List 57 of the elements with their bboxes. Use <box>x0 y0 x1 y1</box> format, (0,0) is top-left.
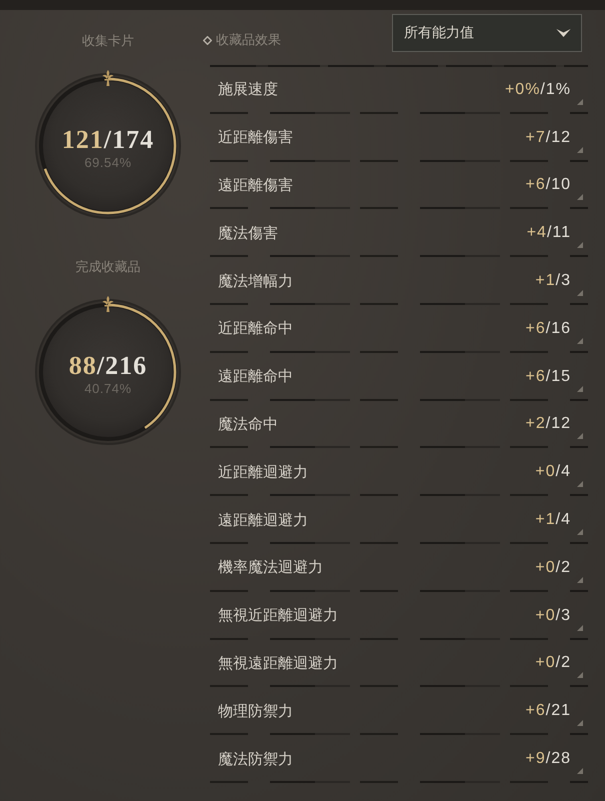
stat-name: 遠距離傷害 <box>218 176 294 195</box>
collected-count: 88/216 <box>68 351 148 381</box>
summary-label: 收集卡片 <box>82 34 134 50</box>
fleur-de-lis-icon <box>101 296 115 312</box>
completion-percent: 69.54% <box>84 155 132 171</box>
collected-count: 121/174 <box>62 125 154 155</box>
stat-name: 近距離命中 <box>218 319 294 338</box>
diamond-icon <box>203 36 212 44</box>
stat-value: +6/16 <box>526 320 571 338</box>
corner-triangle-icon <box>577 242 583 248</box>
corner-triangle-icon <box>577 481 583 488</box>
chevron-down-icon <box>556 29 571 37</box>
corner-triangle-icon <box>577 194 583 200</box>
stat-value: +1/4 <box>535 511 571 530</box>
stat-name: 魔法增幅力 <box>218 272 294 291</box>
filter-dropdown[interactable]: 所有能力值 <box>392 14 582 52</box>
section-title: 收藏品效果 <box>216 32 281 49</box>
stat-value: +0/2 <box>535 558 571 577</box>
stat-value: +2/12 <box>526 415 571 434</box>
stat-name: 魔法傷害 <box>218 224 279 243</box>
stat-value: +7/12 <box>526 128 571 147</box>
corner-triangle-icon <box>577 338 583 344</box>
stat-name: 近距離迴避力 <box>218 462 309 482</box>
stat-value: +6/21 <box>526 702 571 720</box>
stat-value: +0/2 <box>535 654 571 672</box>
stat-name: 魔法防禦力 <box>218 750 294 769</box>
stat-name: 遠距離迴避力 <box>218 510 309 530</box>
stat-name: 機率魔法迴避力 <box>218 558 324 578</box>
stat-value: +1/3 <box>535 272 571 290</box>
stat-name: 施展速度 <box>218 80 279 100</box>
stat-name: 物理防禦力 <box>218 702 294 721</box>
stat-value: +6/10 <box>526 176 571 194</box>
fleur-de-lis-icon <box>101 70 115 86</box>
corner-triangle-icon <box>577 433 583 440</box>
stat-value: +9/28 <box>526 750 571 768</box>
corner-triangle-icon <box>577 528 583 535</box>
summary-label: 完成收藏品 <box>76 260 140 276</box>
corner-triangle-icon <box>577 98 583 105</box>
corner-triangle-icon <box>577 672 583 678</box>
corner-triangle-icon <box>577 290 583 296</box>
stat-name: 遠距離命中 <box>218 367 294 386</box>
stat-value: +6/15 <box>526 368 571 386</box>
stat-name: 近距離傷害 <box>218 128 294 148</box>
stat-name: 無視近距離迴避力 <box>218 606 339 626</box>
stat-name: 魔法命中 <box>218 414 279 434</box>
corner-triangle-icon <box>577 720 583 726</box>
stat-value: +4/11 <box>526 224 571 242</box>
corner-triangle-icon <box>577 768 583 774</box>
stat-value: +0/3 <box>535 606 571 625</box>
corner-triangle-icon <box>577 624 583 631</box>
completion-percent: 40.74% <box>84 381 132 397</box>
corner-triangle-icon <box>577 386 583 392</box>
corner-triangle-icon <box>577 146 583 153</box>
stat-value: +0/4 <box>535 463 571 482</box>
stat-value: +0%/1% <box>504 80 571 99</box>
corner-triangle-icon <box>577 576 583 583</box>
stat-name: 無視遠距離迴避力 <box>218 654 339 673</box>
